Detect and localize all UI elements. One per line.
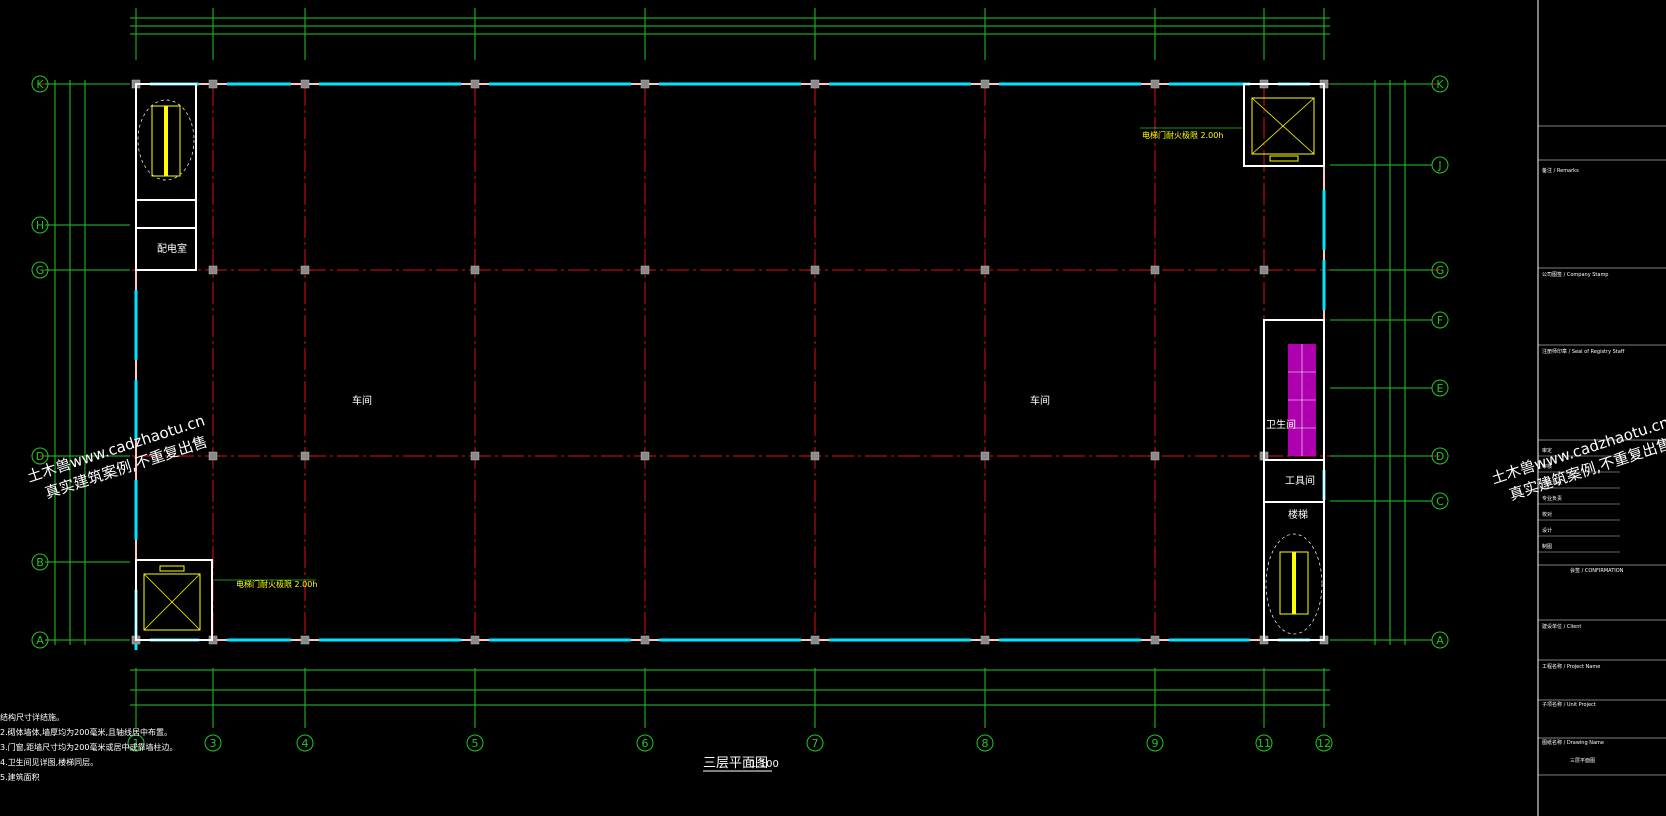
- axis-bubble-left-A-label: A: [36, 634, 44, 647]
- column: [1150, 265, 1160, 275]
- tb-unit-project: 子项名称 / Unit Project: [1542, 701, 1596, 708]
- column: [208, 265, 218, 275]
- column: [640, 635, 650, 645]
- column: [810, 635, 820, 645]
- dimension-lines: [45, 8, 1420, 728]
- cad-drawing-canvas[interactable]: 备注 / Remarks 公司图签 / Company Stamp 注册师印章 …: [0, 0, 1666, 816]
- column: [980, 265, 990, 275]
- axis-bubble-v-12-label: 12: [1317, 737, 1331, 750]
- column: [300, 79, 310, 89]
- axis-bubble-left-B-label: B: [36, 556, 44, 569]
- axis-bubble-right-E-label: E: [1437, 382, 1444, 395]
- axis-bubble-v-6-label: 6: [642, 737, 649, 750]
- axis-bubble-v-4-label: 4: [302, 737, 309, 750]
- note-line-1: 结构尺寸详结施。: [0, 713, 64, 722]
- tb-confirmation: 会签 / CONFIRMATION: [1570, 567, 1624, 574]
- column: [640, 451, 650, 461]
- axis-bubble-right-J-label: J: [1437, 159, 1441, 172]
- note-line-4: 4.卫生间见详图,楼梯同层。: [0, 758, 99, 767]
- axis-bubble-right-F-label: F: [1437, 314, 1443, 327]
- workshop-left-label: 车间: [352, 394, 372, 407]
- stair-right-label: 楼梯: [1288, 508, 1308, 521]
- rooms-right: 卫生间 工具间 楼梯: [1263, 319, 1325, 641]
- tb-role-4: 校对: [1542, 511, 1552, 518]
- column: [810, 79, 820, 89]
- column: [640, 79, 650, 89]
- tb-drawing-name: 三层平面图: [1570, 758, 1595, 764]
- column: [470, 451, 480, 461]
- tb-staff: 注册师印章 / Seal of Registry Staff: [1542, 348, 1625, 355]
- watermark-right: 土木兽www.cadzhaotu.cn 真实建筑案例,不重复出售: [1489, 413, 1666, 504]
- column: [810, 265, 820, 275]
- elevator-bottom-left: 电梯门耐火极限 2.00h: [135, 559, 317, 641]
- drawing-scale: 1:100: [750, 759, 779, 770]
- axis-bubble-v-8-label: 8: [982, 737, 989, 750]
- column: [810, 451, 820, 461]
- tool-room-label: 工具间: [1285, 474, 1315, 487]
- note-line-2: 2.砌体墙体,墙厚均为200毫米,且轴线居中布置。: [0, 728, 172, 737]
- tb-drawing-name-label: 图纸名称 / Drawing Name: [1542, 739, 1604, 746]
- design-notes: 结构尺寸详结施。 2.砌体墙体,墙厚均为200毫米,且轴线居中布置。 3.门窗,…: [0, 710, 177, 785]
- column: [208, 79, 218, 89]
- column: [1150, 451, 1160, 461]
- column: [980, 451, 990, 461]
- rooms-top-left: 配电室: [135, 199, 197, 271]
- tb-remarks: 备注 / Remarks: [1542, 167, 1579, 174]
- watermark-left: 土木兽www.cadzhaotu.cn 真实建筑案例,不重复出售: [25, 411, 210, 502]
- elevator-note-left: 电梯门耐火极限 2.00h: [236, 579, 317, 589]
- column: [470, 265, 480, 275]
- column: [300, 451, 310, 461]
- tb-role-5: 设计: [1542, 527, 1552, 534]
- axis-bubble-left-H-label: H: [36, 219, 44, 232]
- axis-bubbles: 1 3 4 5 6 7 8 9 11 12KHGDBAKJGFEDCA: [31, 75, 1449, 752]
- axis-bubble-v-3-label: 3: [210, 737, 217, 750]
- axis-bubble-left-G-label: G: [36, 264, 45, 277]
- axis-bubble-right-A-label: A: [1436, 634, 1444, 647]
- column: [980, 635, 990, 645]
- axis-bubble-right-G-label: G: [1436, 264, 1445, 277]
- structural-columns: [131, 79, 1329, 645]
- axis-grid: [40, 83, 1440, 640]
- toilet-label: 卫生间: [1266, 418, 1296, 431]
- windows: [134, 82, 1326, 650]
- column: [1150, 79, 1160, 89]
- axis-bubble-v-9-label: 9: [1152, 737, 1159, 750]
- tb-role-3: 专业负责: [1542, 495, 1562, 502]
- axis-bubble-left-D-label: D: [36, 450, 44, 463]
- axis-bubble-right-C-label: C: [1436, 495, 1444, 508]
- column: [208, 451, 218, 461]
- elevator-top-right: 电梯门耐火极限 2.00h: [1140, 83, 1325, 167]
- note-line-3: 3.门窗,距墙尺寸均为200毫米或居中或靠墙柱边。: [0, 743, 178, 752]
- axis-bubble-v-5-label: 5: [472, 737, 479, 750]
- tb-company-stamp: 公司图签 / Company Stamp: [1542, 271, 1608, 278]
- column: [640, 265, 650, 275]
- axis-bubble-left-K-label: K: [36, 78, 44, 91]
- column: [300, 265, 310, 275]
- tb-client: 建设单位 / Client: [1542, 623, 1581, 630]
- title-block: 备注 / Remarks 公司图签 / Company Stamp 注册师印章 …: [1537, 0, 1666, 816]
- axis-bubble-v-11-label: 11: [1257, 737, 1271, 750]
- dist-room-label: 配电室: [157, 242, 187, 255]
- column: [470, 635, 480, 645]
- column: [470, 79, 480, 89]
- workshop-right-label: 车间: [1030, 394, 1050, 407]
- stair-top-left: [135, 83, 197, 201]
- axis-bubble-right-K-label: K: [1436, 78, 1444, 91]
- axis-bubble-right-D-label: D: [1436, 450, 1444, 463]
- tb-project-name: 工程名称 / Project Name: [1542, 663, 1600, 670]
- axis-bubble-v-7-label: 7: [812, 737, 819, 750]
- exterior-walls: [135, 83, 1325, 641]
- column: [1150, 635, 1160, 645]
- tb-role-6: 制图: [1542, 543, 1552, 550]
- column: [300, 635, 310, 645]
- column: [1259, 265, 1269, 275]
- elevator-note-right: 电梯门耐火极限 2.00h: [1142, 130, 1223, 140]
- note-line-5: 5.建筑面积: [0, 773, 40, 782]
- column: [980, 79, 990, 89]
